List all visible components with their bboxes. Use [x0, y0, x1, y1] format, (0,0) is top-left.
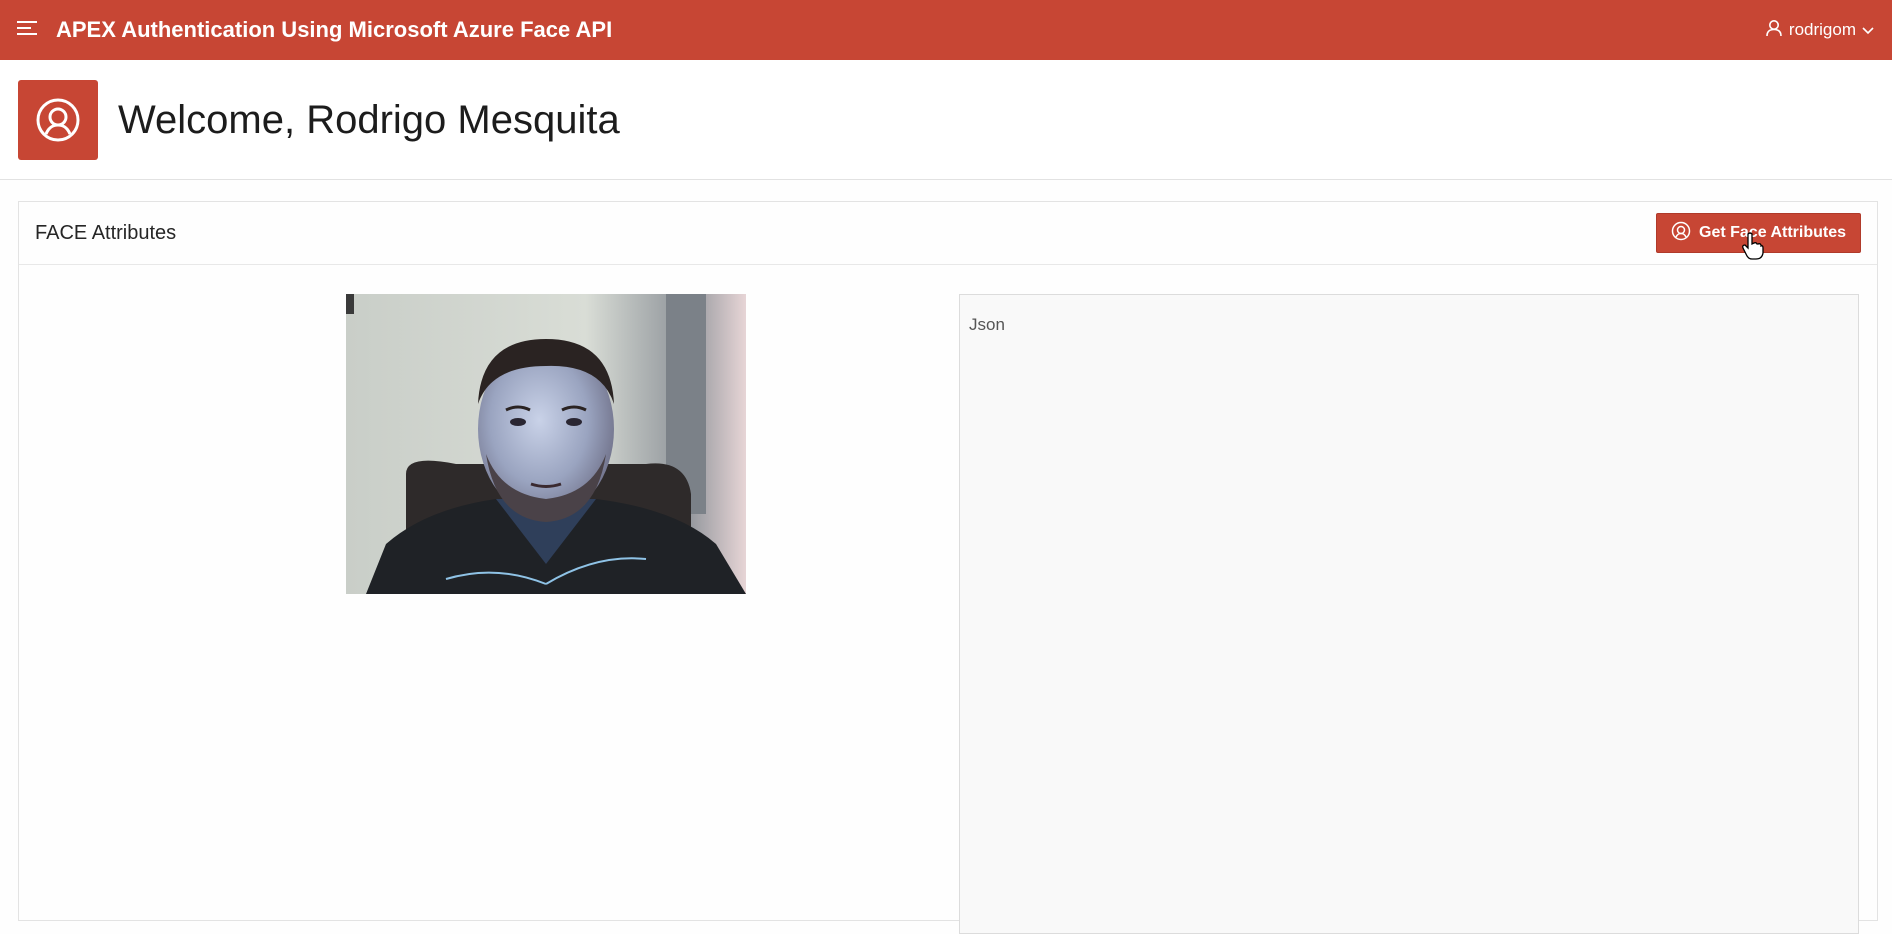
region-title: FACE Attributes	[35, 222, 177, 244]
user-menu[interactable]: rodrigom	[1765, 0, 1874, 60]
app-title[interactable]: APEX Authentication Using Microsoft Azur…	[56, 17, 612, 43]
json-output-area[interactable]: Json	[959, 294, 1859, 934]
top-navigation-bar: APEX Authentication Using Microsoft Azur…	[0, 0, 1892, 60]
face-id-icon	[18, 80, 98, 160]
face-id-icon	[1671, 221, 1691, 246]
get-face-attributes-button[interactable]: Get Face Attributes	[1656, 213, 1861, 253]
page-title: Welcome, Rodrigo Mesquita	[118, 98, 620, 142]
webcam-photo	[346, 294, 746, 594]
chevron-down-icon	[1862, 20, 1874, 40]
user-icon	[1765, 19, 1783, 42]
json-placeholder: Json	[969, 315, 1005, 334]
region-header: FACE Attributes Get Face Attributes	[19, 202, 1877, 265]
hero-region: Welcome, Rodrigo Mesquita	[0, 60, 1892, 180]
menu-toggle-button[interactable]	[0, 0, 56, 60]
hamburger-icon	[17, 20, 39, 41]
user-name: rodrigom	[1788, 20, 1856, 39]
button-label: Get Face Attributes	[1699, 224, 1846, 241]
face-attributes-region: FACE Attributes Get Face Attributes Json	[18, 201, 1878, 934]
